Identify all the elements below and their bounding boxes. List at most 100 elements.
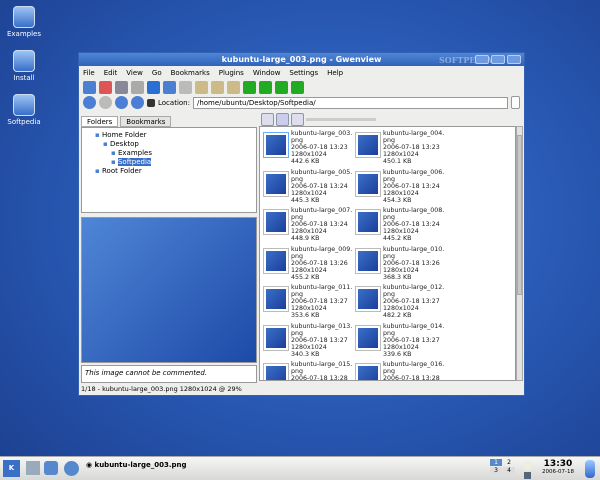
browser-icon[interactable]: [64, 461, 79, 476]
task-button[interactable]: ◉ kubuntu-large_003.png: [86, 461, 187, 469]
pager-desktop-4[interactable]: 4: [503, 467, 515, 474]
rotate-right-icon[interactable]: [259, 80, 272, 94]
tab-bookmarks[interactable]: Bookmarks: [120, 116, 172, 127]
thumbnail: [263, 209, 289, 235]
thumbnail: [355, 247, 381, 274]
pager-desktop-1[interactable]: 1: [490, 459, 502, 466]
location-input[interactable]: /home/ubuntu/Desktop/Softpedia/: [192, 96, 508, 109]
menu-file[interactable]: File: [83, 69, 95, 77]
file-name: kubuntu-large_013.: [291, 322, 353, 330]
tree-item[interactable]: ▪ Root Folder: [85, 167, 253, 176]
flip-icon[interactable]: [291, 80, 304, 94]
menu-settings[interactable]: Settings: [289, 69, 318, 77]
file-ext: png: [383, 137, 395, 144]
next-icon[interactable]: [147, 80, 160, 94]
folder-icon: ▪: [111, 158, 118, 166]
tab-folders[interactable]: Folders: [81, 116, 119, 127]
scrollbar-thumb[interactable]: [517, 135, 522, 295]
icon-label: Softpedia: [7, 118, 41, 126]
file-date: 2006-07-18 13:24: [291, 221, 348, 228]
thumbnail-size-slider[interactable]: [306, 118, 376, 121]
tree-item[interactable]: ▪ Desktop: [85, 140, 253, 149]
file-date: 2006-07-18 13:28: [383, 375, 440, 381]
forward-icon[interactable]: [99, 96, 112, 109]
menu-bookmarks[interactable]: Bookmarks: [171, 69, 210, 77]
menu-go[interactable]: Go: [152, 69, 162, 77]
file-date: 2006-07-18 13:24: [383, 182, 440, 190]
konqueror-icon[interactable]: [44, 461, 58, 475]
vertical-scrollbar[interactable]: [516, 126, 523, 381]
zoom-in-icon[interactable]: [195, 80, 208, 94]
clipboard-icon[interactable]: [524, 461, 531, 470]
list-view-button[interactable]: [261, 113, 274, 126]
thumbnail: [263, 363, 289, 380]
file-name: kubuntu-large_012.: [383, 284, 445, 291]
tree-item-label: Examples: [117, 149, 152, 157]
comment-field[interactable]: This image cannot be commented.: [81, 365, 257, 383]
file-item[interactable]: kubuntu-large_016.png2006-07-18 13:28128…: [355, 361, 480, 381]
tree-item[interactable]: ▪ Home Folder: [85, 131, 253, 140]
browse-mode-icon[interactable]: [83, 80, 96, 94]
tree-item[interactable]: ▪ Softpedia: [85, 158, 253, 167]
menu-bar: File Edit View Go Bookmarks Plugins Window Sett…: [79, 66, 524, 79]
image-preview[interactable]: [81, 217, 257, 363]
clear-location-icon[interactable]: [147, 98, 155, 107]
slideshow-icon[interactable]: [115, 80, 128, 94]
desktop-icon-examples[interactable]: Examples: [4, 6, 44, 38]
thumbnail-view-button[interactable]: [276, 113, 289, 126]
file-date: 2006-07-18 13:23: [383, 144, 440, 151]
tree-item[interactable]: ▪ Examples: [85, 149, 253, 158]
desktop-icon-softpedia[interactable]: Softpedia: [4, 94, 44, 126]
volume-icon[interactable]: [524, 472, 531, 479]
main-toolbar: [79, 79, 524, 95]
icon-label: Install: [13, 74, 35, 82]
file-name: kubuntu-large_015.: [291, 361, 353, 368]
zoom-out-icon[interactable]: [211, 80, 224, 94]
file-ext: png: [383, 252, 395, 260]
minimize-button[interactable]: [475, 55, 489, 64]
file-dims: 1280x1024: [291, 305, 327, 312]
go-button[interactable]: [511, 96, 520, 109]
fullscreen-icon[interactable]: [99, 80, 112, 94]
file-date: 2006-07-18 13:27: [291, 336, 348, 344]
menu-edit[interactable]: Edit: [104, 69, 118, 77]
k-menu-icon[interactable]: K: [3, 460, 20, 477]
show-desktop-icon[interactable]: [26, 461, 40, 475]
file-size: 445.3 KB: [291, 196, 320, 204]
file-grid: kubuntu-large_003. png 2006-07-18 13:23 128…: [259, 126, 516, 381]
file-name: kubuntu-large_014.: [383, 322, 445, 330]
window-title: kubuntu-large_003.png - Gwenview: [221, 55, 382, 64]
menu-help[interactable]: Help: [327, 69, 343, 77]
file-date: 2006-07-18 13:26: [383, 259, 440, 267]
menu-window[interactable]: Window: [253, 69, 281, 77]
file-name: kubuntu-large_011.: [291, 284, 353, 291]
rotate-left-icon[interactable]: [243, 80, 256, 94]
zoom-to-fit-icon[interactable]: [179, 80, 192, 94]
title-bar[interactable]: kubuntu-large_003.png - Gwenview SOFTPED…: [79, 53, 524, 66]
previous-icon[interactable]: [131, 80, 144, 94]
file-dims: 1280x1024: [383, 189, 419, 197]
actual-size-icon[interactable]: [227, 80, 240, 94]
menu-view[interactable]: View: [126, 69, 143, 77]
home-icon[interactable]: [131, 96, 144, 109]
file-ext: png: [383, 329, 395, 337]
clock[interactable]: 13:30 2006-07-18: [540, 459, 576, 475]
menu-plugins[interactable]: Plugins: [219, 69, 244, 77]
file-name: kubuntu-large_009.: [291, 245, 353, 253]
up-icon[interactable]: [115, 96, 128, 109]
trash-icon[interactable]: [585, 460, 595, 478]
file-ext: png: [291, 175, 303, 183]
maximize-button[interactable]: [491, 55, 505, 64]
close-button[interactable]: [507, 55, 521, 64]
tree-item-label: Home Folder: [101, 131, 147, 139]
pager-desktop-3[interactable]: 3: [490, 467, 502, 474]
file-date: 2006-07-18 13:26: [291, 259, 348, 267]
desktop-icon-install[interactable]: Install: [4, 50, 44, 82]
mirror-icon[interactable]: [275, 80, 288, 94]
details-view-button[interactable]: [291, 113, 304, 126]
back-icon[interactable]: [83, 96, 96, 109]
tree-item-label: Softpedia: [117, 158, 152, 166]
pager-desktop-2[interactable]: 2: [503, 459, 515, 466]
file-ext: png: [291, 368, 303, 375]
reload-icon[interactable]: [163, 80, 176, 94]
